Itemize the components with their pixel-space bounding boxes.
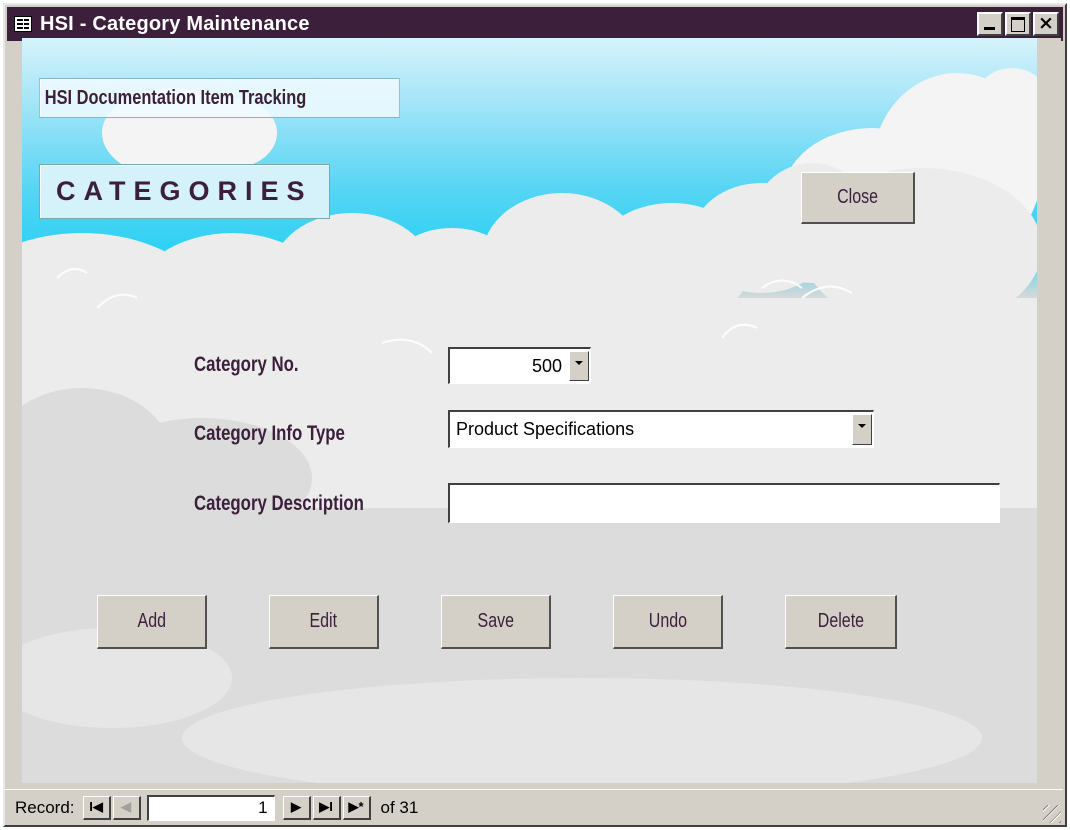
category-info-type-combo[interactable]: Product Specifications	[448, 410, 874, 448]
edit-button[interactable]: Edit	[269, 595, 379, 649]
close-button[interactable]: Close	[801, 172, 915, 224]
close-window-button[interactable]: ×	[1033, 12, 1059, 36]
category-info-type-dropdown-icon[interactable]	[852, 414, 872, 445]
app-title: HSI Documentation Item Tracking	[39, 78, 400, 118]
form-icon	[14, 16, 32, 32]
close-button-label: Close	[837, 186, 878, 208]
previous-record-button[interactable]: ◀	[112, 795, 141, 820]
save-button-label: Save	[477, 610, 514, 632]
first-record-icon: I◀	[89, 799, 103, 814]
window-title: HSI - Category Maintenance	[40, 12, 310, 35]
delete-button[interactable]: Delete	[785, 595, 897, 649]
form-body: HSI Documentation Item Tracking CATEGORI…	[22, 38, 1037, 783]
undo-button-label: Undo	[648, 610, 687, 632]
record-count: of 31	[380, 797, 419, 817]
current-record-field[interactable]: 1	[146, 794, 275, 821]
minimize-button[interactable]	[977, 12, 1003, 36]
category-no-label: Category No.	[194, 353, 299, 376]
category-description-field[interactable]	[448, 483, 1000, 523]
last-record-button[interactable]: ▶I	[312, 795, 341, 820]
last-record-icon: ▶I	[319, 799, 333, 814]
first-record-button[interactable]: I◀	[82, 795, 111, 820]
title-bar: HSI - Category Maintenance ×	[7, 7, 1063, 41]
add-button-label: Add	[137, 610, 166, 632]
category-no-value: 500	[531, 355, 562, 376]
undo-button[interactable]: Undo	[613, 595, 723, 649]
resize-grip-icon[interactable]	[1043, 805, 1061, 823]
page-heading: CATEGORIES	[39, 164, 330, 219]
window-controls: ×	[977, 12, 1059, 36]
new-record-button[interactable]: ▶*	[342, 795, 371, 820]
category-info-type-value: Product Specifications	[456, 419, 635, 439]
new-record-icon: ▶*	[348, 799, 364, 814]
maximize-button[interactable]	[1005, 12, 1031, 36]
category-no-combo[interactable]: 500	[448, 347, 591, 384]
record-label: Record:	[15, 797, 75, 817]
edit-button-label: Edit	[309, 610, 338, 632]
category-no-dropdown-icon[interactable]	[569, 351, 589, 381]
close-icon: ×	[1038, 12, 1054, 34]
add-button[interactable]: Add	[97, 595, 207, 649]
record-navigator: Record: I◀ ◀ 1 ▶ ▶I ▶* of 31	[5, 789, 1063, 825]
category-info-type-label: Category Info Type	[194, 422, 345, 445]
delete-button-label: Delete	[817, 610, 864, 632]
next-record-icon: ▶	[291, 799, 302, 814]
next-record-button[interactable]: ▶	[282, 795, 311, 820]
form-margin	[1037, 38, 1061, 783]
previous-record-icon: ◀	[121, 799, 132, 814]
save-button[interactable]: Save	[441, 595, 551, 649]
category-description-label: Category Description	[194, 492, 364, 515]
